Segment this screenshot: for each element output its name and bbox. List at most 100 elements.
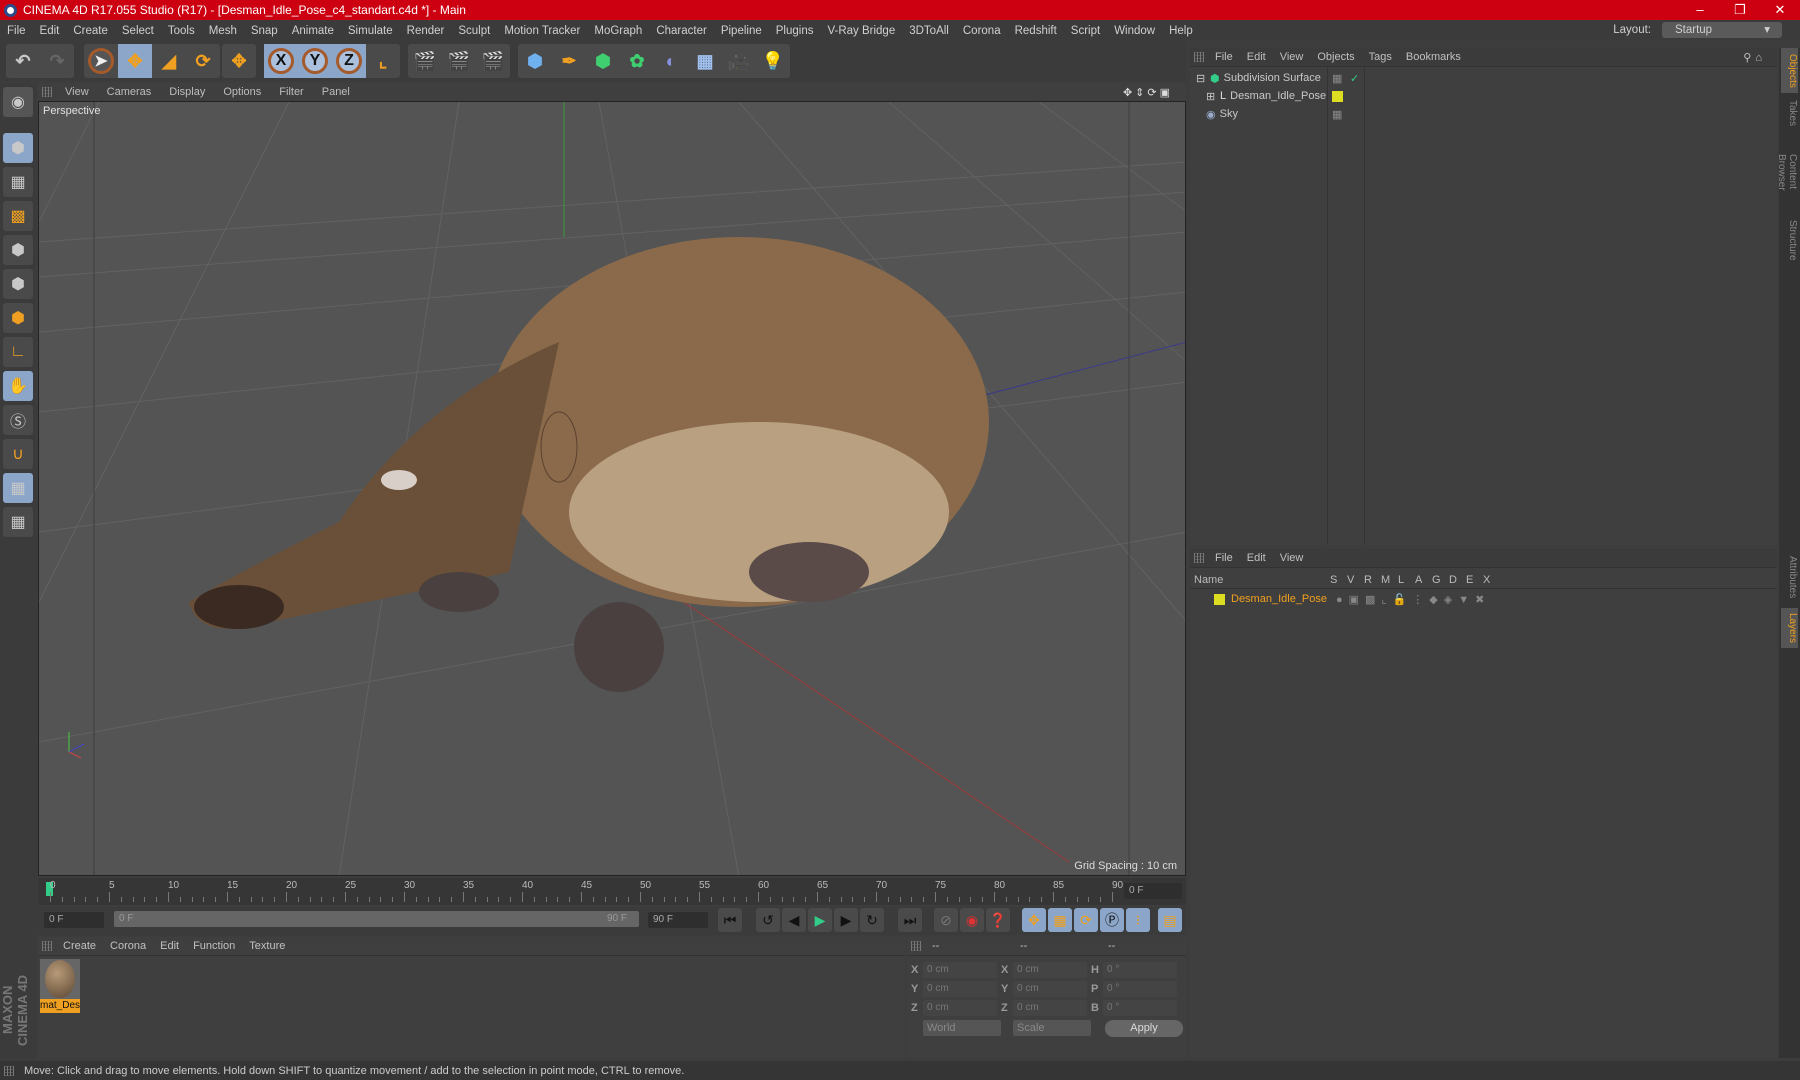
viewport-perspective[interactable]: Perspective Grid Spacing : 10 cm [38,101,1186,876]
key-parameter-icon[interactable]: Ⓟ [1100,908,1124,932]
layer-menu-edit[interactable]: Edit [1240,552,1273,564]
tab-structure[interactable]: Structure [1781,216,1798,264]
size-x-field[interactable]: 0 cm [1013,962,1087,978]
current-frame-field[interactable]: 0 F [1124,883,1182,899]
menu-sculpt[interactable]: Sculpt [451,25,497,37]
menu-create[interactable]: Create [66,25,115,37]
close-button[interactable]: ✕ [1760,0,1800,20]
menu-render[interactable]: Render [400,25,452,37]
menu-plugins[interactable]: Plugins [769,25,821,37]
workplane-icon[interactable]: ▩ [3,201,33,231]
material-menu-texture[interactable]: Texture [242,940,292,952]
select-tool-icon[interactable]: ➤ [84,44,118,78]
object-menu-file[interactable]: File [1208,51,1240,63]
coord-mode-dropdown[interactable]: Scale [1013,1020,1091,1036]
tab-layers[interactable]: Layers [1781,608,1798,648]
deformer-icon[interactable]: ◐ [654,44,688,78]
object-row-sky[interactable]: ◉ Sky ▦ [1190,105,1777,123]
coordinate-system-icon[interactable]: ⌞ [366,44,400,78]
tab-attributes[interactable]: Attributes [1781,550,1798,605]
menu-tools[interactable]: Tools [161,25,202,37]
material-menu-create[interactable]: Create [56,940,103,952]
menu-edit[interactable]: Edit [33,25,67,37]
cube-icon[interactable]: ⬢ [518,44,552,78]
light-icon[interactable]: 💡 [756,44,790,78]
edges-mode-icon[interactable]: ⬢ [3,269,33,299]
rot-h-field[interactable]: 0 ° [1103,962,1177,978]
panel-grip[interactable] [42,87,52,97]
lock-workplane-icon[interactable]: ▦ [3,473,33,503]
menu-select[interactable]: Select [115,25,161,37]
pos-y-field[interactable]: 0 cm [923,981,997,997]
object-menu-objects[interactable]: Objects [1310,51,1361,63]
record-icon[interactable]: ⊘ [934,908,958,932]
menu-3dtoall[interactable]: 3DToAll [902,25,956,37]
menu-motion-tracker[interactable]: Motion Tracker [497,25,587,37]
cloner-icon[interactable]: ✿ [620,44,654,78]
snap-icon[interactable]: Ⓢ [3,405,33,435]
minimize-button[interactable]: – [1680,0,1720,20]
redo-icon[interactable]: ↷ [40,44,74,78]
layer-menu-file[interactable]: File [1208,552,1240,564]
object-row-subdivision-surface[interactable]: ⊟ ⬢ Subdivision Surface ▦ ✓ [1190,69,1777,87]
scale-tool-icon[interactable]: ◢ [152,44,186,78]
material-menu-edit[interactable]: Edit [153,940,186,952]
size-z-field[interactable]: 0 cm [1013,1000,1087,1016]
expand-icon[interactable]: ⊞ [1206,90,1216,103]
collapse-icon[interactable]: ⊟ [1196,72,1206,85]
autokey-icon[interactable]: ◉ [960,908,984,932]
axis-mode-icon[interactable]: ∟ [3,337,33,367]
viewport-nav-icons[interactable]: ✥⇕⟳▣ [1114,86,1182,99]
menu-file[interactable]: File [0,25,33,37]
object-search-icon[interactable]: ⚲⌂ [1736,51,1773,64]
planar-workplane-icon[interactable]: ▦ [3,507,33,537]
pos-x-field[interactable]: 0 cm [923,962,997,978]
menu-script[interactable]: Script [1064,25,1107,37]
viewport-menu-cameras[interactable]: Cameras [98,86,161,98]
menu-mesh[interactable]: Mesh [202,25,244,37]
material-item[interactable]: mat_Des [40,959,80,1013]
object-menu-edit[interactable]: Edit [1240,51,1273,63]
polygons-mode-icon[interactable]: ⬢ [3,303,33,333]
y-axis-icon[interactable]: Y [298,44,332,78]
previous-frame-icon[interactable]: ◀ [782,908,806,932]
size-y-field[interactable]: 0 cm [1013,981,1087,997]
object-menu-tags[interactable]: Tags [1362,51,1399,63]
menu-mograph[interactable]: MoGraph [587,25,649,37]
camera-icon[interactable]: 🎥 [722,44,756,78]
object-row-desman[interactable]: ⊞ L Desman_Idle_Pose [1190,87,1777,105]
viewport-menu-view[interactable]: View [56,86,98,98]
viewport-menu-options[interactable]: Options [214,86,270,98]
keyframe-selection-icon[interactable]: ❓ [986,908,1010,932]
x-axis-icon[interactable]: X [264,44,298,78]
layer-menu-view[interactable]: View [1273,552,1311,564]
timeline-window-icon[interactable]: ▤ [1158,908,1182,932]
key-rotation-icon[interactable]: ⟳ [1074,908,1098,932]
previous-key-icon[interactable]: ↺ [756,908,780,932]
timeline-ruler[interactable]: 0 5 10 15 20 25 30 35 40 45 50 55 60 65 70 75 80 85 90 0 F [38,878,1186,905]
enabled-check-icon[interactable]: ✓ [1350,72,1359,85]
make-editable-icon[interactable]: ◉ [3,87,33,117]
menu-pipeline[interactable]: Pipeline [714,25,769,37]
rot-b-field[interactable]: 0 ° [1103,1000,1177,1016]
viewport-menu-display[interactable]: Display [160,86,214,98]
go-to-end-icon[interactable]: ⏭ [898,908,922,932]
move-tool-icon[interactable]: ✥ [118,44,152,78]
menu-simulate[interactable]: Simulate [341,25,400,37]
floor-icon[interactable]: ▦ [688,44,722,78]
menu-corona[interactable]: Corona [956,25,1008,37]
panel-grip[interactable] [1194,553,1204,563]
panel-grip[interactable] [42,941,52,951]
tab-content-browser[interactable]: Content Browser [1776,132,1798,212]
viewport-menu-filter[interactable]: Filter [270,86,312,98]
menu-redshift[interactable]: Redshift [1008,25,1064,37]
menu-character[interactable]: Character [649,25,714,37]
go-to-start-icon[interactable]: ⏮ [718,908,742,932]
panel-grip[interactable] [911,941,921,951]
viewport-menu-panel[interactable]: Panel [313,86,359,98]
frame-range-slider[interactable]: 0 F 90 F [114,911,639,927]
apply-button[interactable]: Apply [1105,1020,1183,1037]
play-icon[interactable]: ▶ [808,908,832,932]
z-axis-icon[interactable]: Z [332,44,366,78]
object-menu-view[interactable]: View [1273,51,1311,63]
